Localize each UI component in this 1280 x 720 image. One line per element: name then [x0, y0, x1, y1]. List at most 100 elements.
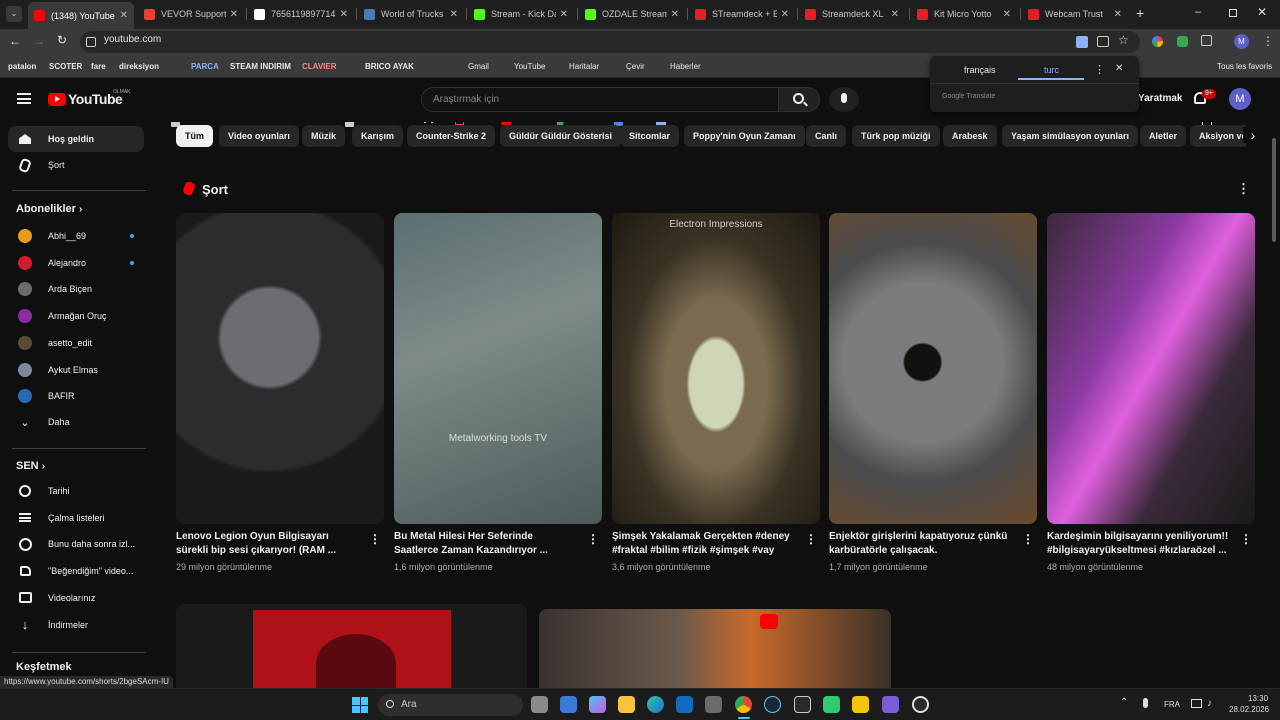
- sidebar-item-watch-later[interactable]: Bunu daha sonra izl...: [8, 531, 144, 557]
- browser-tab[interactable]: World of Trucks ✕: [358, 3, 464, 25]
- bookmark-parca[interactable]: PARCA: [191, 59, 219, 75]
- site-info-icon[interactable]: [86, 37, 96, 47]
- install-app-icon[interactable]: [1097, 36, 1109, 47]
- browser-tab[interactable]: Streamdeck XL ✕: [799, 3, 905, 25]
- sidebar-item-like[interactable]: "Beğendiğim" video...: [8, 558, 144, 584]
- bookmark-direksiyon[interactable]: direksiyon: [119, 59, 159, 75]
- short-more-menu-icon[interactable]: ⋮: [369, 532, 381, 546]
- sidebar-subscription[interactable]: Arda Biçen: [8, 276, 144, 302]
- sidebar-item-home[interactable]: Hoş geldin: [8, 126, 144, 152]
- browser-tab[interactable]: Stream - Kick Das ✕: [468, 3, 574, 25]
- profile-avatar[interactable]: M: [1234, 34, 1249, 49]
- video-thumbnail-game[interactable]: [539, 609, 891, 688]
- network-icon[interactable]: [1191, 699, 1202, 708]
- reload-button[interactable]: ↻: [57, 33, 67, 47]
- omnibox[interactable]: [80, 31, 1140, 53]
- search-button[interactable]: [778, 87, 820, 112]
- short-title[interactable]: Şimşek Yakalamak Gerçekten #deney #frakt…: [612, 530, 797, 558]
- short-more-menu-icon[interactable]: ⋮: [587, 532, 599, 546]
- bookmark-haberler[interactable]: Haberler: [670, 59, 701, 75]
- short-thumbnail[interactable]: Electron Impressions: [612, 213, 820, 524]
- tray-mic-icon[interactable]: [1143, 698, 1148, 708]
- app-yellow-icon[interactable]: [852, 696, 869, 713]
- short-title[interactable]: Kardeşimin bilgisayarını yeniliyorum!! #…: [1047, 530, 1232, 558]
- sidebar-subscription[interactable]: Armağan Oruç: [8, 303, 144, 329]
- filter-chip[interactable]: Aletler: [1140, 125, 1187, 147]
- youtube-logo-icon[interactable]: [48, 93, 66, 106]
- bookmark-cevir[interactable]: Çevir: [626, 59, 645, 75]
- taskbar-search-box[interactable]: Ara: [378, 694, 523, 716]
- account-avatar[interactable]: M: [1229, 88, 1251, 110]
- subscriptions-heading[interactable]: Abonelikler ›: [16, 203, 82, 215]
- edge-icon[interactable]: [647, 696, 664, 713]
- epic-games-icon[interactable]: [794, 696, 811, 713]
- video-thumbnail-red[interactable]: [176, 604, 527, 688]
- short-thumbnail[interactable]: [1047, 213, 1255, 524]
- tab-close-icon[interactable]: ✕: [1114, 9, 1122, 20]
- browser-tab[interactable]: 76561198977142 ✕: [248, 3, 354, 25]
- translate-icon[interactable]: [1076, 36, 1088, 48]
- new-tab-button[interactable]: +: [1136, 5, 1144, 21]
- sidebar-item-playlist[interactable]: Çalma listeleri: [8, 505, 144, 531]
- sidebar-item-shorts[interactable]: Şort: [8, 152, 144, 178]
- filter-chip[interactable]: Canlı: [806, 125, 847, 147]
- tab-close-icon[interactable]: ✕: [781, 9, 789, 20]
- tab-close-icon[interactable]: ✕: [120, 10, 128, 21]
- short-thumbnail[interactable]: [176, 213, 384, 524]
- bookmark-youtube[interactable]: YouTube: [514, 59, 545, 75]
- sidebar-subscription[interactable]: Alejandro: [8, 250, 144, 276]
- steam-icon[interactable]: [764, 696, 781, 713]
- tab-close-icon[interactable]: ✕: [450, 9, 458, 20]
- bookmark-gmail[interactable]: Gmail: [468, 59, 489, 75]
- sidebar-subscription[interactable]: asetto_edit: [8, 330, 144, 356]
- tab-close-icon[interactable]: ✕: [230, 9, 238, 20]
- hamburger-menu-icon[interactable]: [17, 93, 31, 104]
- back-button[interactable]: ←: [9, 34, 21, 48]
- search-input[interactable]: Araştırmak için: [421, 87, 779, 112]
- tab-search-button[interactable]: ⌄: [6, 6, 22, 22]
- filter-chip[interactable]: Sitcomlar: [620, 125, 680, 147]
- filter-chip[interactable]: Tüm: [176, 125, 213, 147]
- browser-tab[interactable]: VEVOR Support o ✕: [138, 3, 244, 25]
- shorts-shelf-menu-icon[interactable]: ⋮: [1237, 181, 1250, 197]
- forward-button[interactable]: →: [33, 34, 45, 48]
- store-icon[interactable]: [560, 696, 577, 713]
- filter-chip[interactable]: Video oyunları: [219, 125, 299, 147]
- filter-chip[interactable]: Aksiyon ve: [1190, 125, 1246, 147]
- filter-chip[interactable]: Türk pop müziği: [852, 125, 940, 147]
- volume-icon[interactable]: ♪: [1207, 698, 1212, 709]
- short-more-menu-icon[interactable]: ⋮: [1240, 532, 1252, 546]
- filter-chip[interactable]: Poppy'nin Oyun Zamanı: [684, 125, 805, 147]
- short-title[interactable]: Enjektör girişlerini kapatıyoruz çünkü k…: [829, 530, 1014, 558]
- chips-next-icon[interactable]: ›: [1243, 127, 1263, 143]
- sidebar-subscription[interactable]: Aykut Elmas: [8, 357, 144, 383]
- short-title[interactable]: Lenovo Legion Oyun Bilgisayarı sürekli b…: [176, 530, 361, 558]
- sidebar-item-history[interactable]: Tarihi: [8, 478, 144, 504]
- tab-close-icon[interactable]: ✕: [891, 9, 899, 20]
- browser-tab[interactable]: STreamdeck + El ✕: [689, 3, 795, 25]
- url-text[interactable]: youtube.com: [104, 34, 161, 45]
- short-more-menu-icon[interactable]: ⋮: [1022, 532, 1034, 546]
- tab-close-icon[interactable]: ✕: [1003, 9, 1011, 20]
- bookmark-patalon[interactable]: patalon: [8, 59, 36, 75]
- copilot-icon[interactable]: [589, 696, 606, 713]
- outlook-icon[interactable]: [676, 696, 693, 713]
- sidebar-subscription[interactable]: Abhi__69: [8, 223, 144, 249]
- voice-search-button[interactable]: [829, 87, 859, 112]
- windows-start-icon[interactable]: [352, 697, 368, 713]
- clock-time[interactable]: 13:30: [1248, 694, 1268, 703]
- close-window-button[interactable]: ✕: [1257, 5, 1267, 19]
- bookmark-star-icon[interactable]: ☆: [1118, 33, 1129, 47]
- file-explorer-icon[interactable]: [618, 696, 635, 713]
- short-thumbnail[interactable]: [829, 213, 1037, 524]
- task-view-icon[interactable]: [531, 696, 548, 713]
- extension-google-icon[interactable]: [1152, 36, 1163, 47]
- browser-tab[interactable]: Webcam Trust ✕: [1022, 3, 1128, 25]
- chrome-icon[interactable]: [735, 696, 752, 713]
- browser-tab[interactable]: Kit Micro Yotto ✕: [911, 3, 1017, 25]
- browser-menu-icon[interactable]: ⋮: [1262, 34, 1274, 48]
- translate-lang-to[interactable]: turc: [1044, 65, 1059, 75]
- minimize-button[interactable]: –: [1195, 6, 1201, 18]
- app-green-icon[interactable]: [823, 696, 840, 713]
- page-scrollbar[interactable]: [1272, 138, 1276, 242]
